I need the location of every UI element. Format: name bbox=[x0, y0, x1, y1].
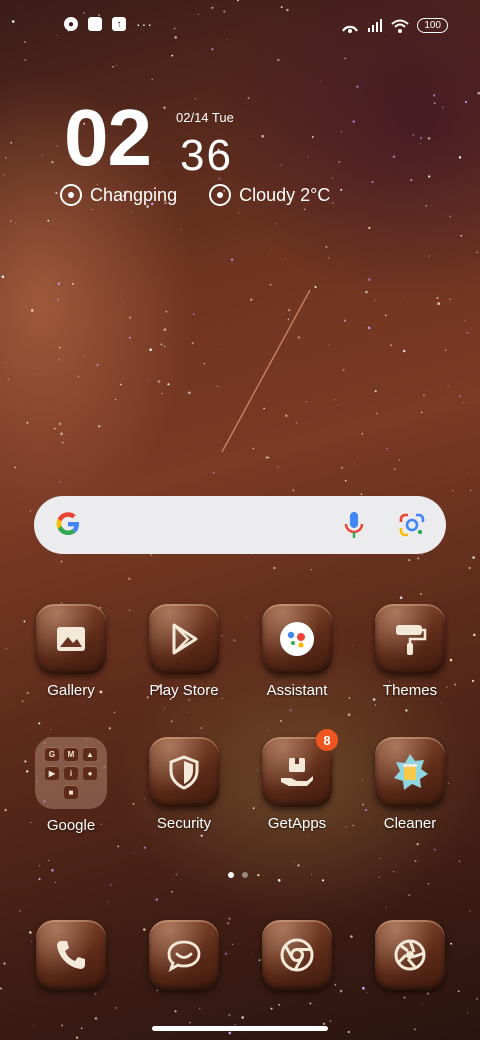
app-cleaner[interactable]: Cleaner bbox=[360, 737, 460, 832]
gallery-tile bbox=[36, 604, 106, 674]
gesture-navigation-bar[interactable] bbox=[152, 1026, 328, 1031]
app-label: Gallery bbox=[47, 682, 95, 699]
clock-minutes: 36 bbox=[180, 131, 233, 180]
battery-indicator: 100 bbox=[417, 18, 448, 33]
app-label: Themes bbox=[382, 682, 438, 699]
square-notification-icon bbox=[88, 17, 102, 31]
dock-chrome[interactable] bbox=[247, 920, 347, 990]
chrome-tile bbox=[262, 920, 332, 990]
signal-icon bbox=[368, 18, 383, 32]
notification-badge: 8 bbox=[316, 729, 338, 751]
folder-mini-icon: ▲ bbox=[83, 747, 97, 761]
assistant-icon bbox=[280, 622, 314, 656]
folder-mini-icon: G bbox=[45, 747, 59, 761]
app-label: Security bbox=[156, 815, 212, 832]
phone-icon bbox=[57, 941, 85, 969]
assistant-tile bbox=[262, 604, 332, 674]
folder-mini-icon: ● bbox=[83, 766, 97, 780]
weather-condition: Cloudy 2°C bbox=[239, 184, 331, 205]
chrome-icon bbox=[280, 938, 314, 972]
security-tile bbox=[149, 737, 219, 807]
google-logo-icon bbox=[56, 512, 79, 535]
more-notifications-icon: ··· bbox=[136, 16, 153, 32]
app-label: Google bbox=[46, 817, 96, 834]
messages-icon bbox=[167, 940, 201, 973]
location-pin-icon bbox=[60, 184, 82, 206]
themes-icon bbox=[396, 625, 427, 655]
thermometer-icon bbox=[209, 184, 232, 206]
getapps-icon bbox=[281, 758, 313, 786]
clock-date: 02/14 Tue bbox=[176, 110, 234, 125]
gallery-icon bbox=[57, 627, 85, 651]
shield-icon bbox=[169, 755, 199, 790]
app-themes[interactable]: Themes bbox=[360, 604, 460, 699]
app-assistant[interactable]: Assistant bbox=[247, 604, 347, 699]
app-gallery[interactable]: Gallery bbox=[21, 604, 121, 699]
themes-tile bbox=[375, 604, 445, 674]
weather-widget[interactable]: Changping Cloudy 2°C bbox=[60, 184, 330, 206]
dock-messages[interactable] bbox=[134, 920, 234, 990]
folder-google[interactable]: G M ▲ ▶ i ● ■ Google bbox=[21, 737, 121, 834]
dock-phone[interactable] bbox=[21, 920, 121, 990]
play-store-tile bbox=[149, 604, 219, 674]
folder-mini-icon: ▶ bbox=[45, 766, 59, 780]
camera-tile bbox=[375, 920, 445, 990]
google-folder-tile: G M ▲ ▶ i ● ■ bbox=[35, 737, 107, 809]
hotspot-icon bbox=[342, 25, 359, 33]
page-dot-active[interactable] bbox=[228, 872, 234, 878]
google-lens-icon[interactable] bbox=[398, 512, 426, 538]
page-dot[interactable] bbox=[242, 872, 248, 878]
app-label: Cleaner bbox=[383, 815, 437, 832]
app-play-store[interactable]: Play Store bbox=[134, 604, 234, 699]
upload-notification-icon: ↑ bbox=[112, 17, 126, 31]
folder-mini-icon: ■ bbox=[64, 785, 78, 799]
app-security[interactable]: Security bbox=[134, 737, 234, 832]
getapps-tile: 8 bbox=[262, 729, 338, 807]
app-getapps[interactable]: 8 GetApps bbox=[247, 729, 347, 832]
status-bar: ● ↑ ··· 100 bbox=[0, 16, 480, 40]
weather-location: Changping bbox=[90, 184, 178, 205]
page-indicator[interactable] bbox=[228, 872, 248, 878]
app-label: GetApps bbox=[267, 815, 327, 832]
app-notification-icon: ● bbox=[64, 17, 78, 31]
play-store-icon bbox=[172, 623, 198, 655]
app-label: Play Store bbox=[149, 682, 219, 699]
clock-widget[interactable]: 02 02/14 Tue 36 bbox=[64, 98, 324, 184]
camera-icon bbox=[394, 939, 426, 971]
folder-mini-icon: M bbox=[64, 747, 78, 761]
wifi-icon bbox=[391, 19, 409, 33]
cleaner-icon bbox=[394, 754, 428, 790]
cleaner-tile bbox=[375, 737, 445, 807]
phone-tile bbox=[36, 920, 106, 990]
clock-hours: 02 bbox=[64, 93, 152, 182]
app-label: Assistant bbox=[266, 682, 328, 699]
dock-camera[interactable] bbox=[360, 920, 460, 990]
google-search-bar[interactable] bbox=[34, 496, 446, 554]
messages-tile bbox=[149, 920, 219, 990]
folder-mini-icon: i bbox=[64, 766, 78, 780]
voice-search-icon[interactable] bbox=[340, 510, 368, 540]
